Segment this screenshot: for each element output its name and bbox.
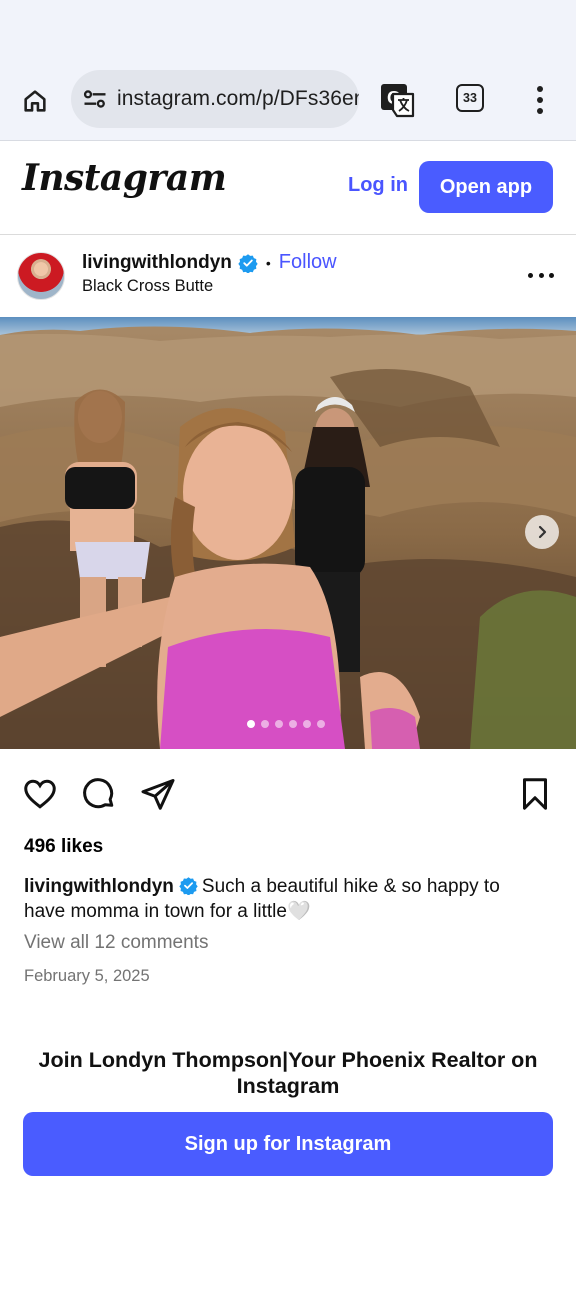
post-caption: livingwithlondyn Such a beautiful hike &… xyxy=(24,874,544,924)
bookmark-icon[interactable] xyxy=(517,776,553,812)
more-dot-icon xyxy=(538,273,544,278)
post-header: livingwithlondyn • Follow Black Cross Bu… xyxy=(0,235,576,317)
carousel-dot xyxy=(303,720,311,728)
address-bar[interactable]: instagram.com/p/DFs36er xyxy=(71,70,359,128)
signup-prompt-title: Join Londyn Thompson|Your Phoenix Realto… xyxy=(38,1048,538,1098)
carousel-dot xyxy=(317,720,325,728)
site-settings-icon[interactable] xyxy=(81,85,109,113)
browser-menu-button[interactable] xyxy=(530,82,550,118)
carousel-dot xyxy=(289,720,297,728)
view-comments-link[interactable]: View all 12 comments xyxy=(24,932,208,954)
menu-dot-icon xyxy=(537,86,543,92)
share-icon[interactable] xyxy=(140,776,176,812)
verified-badge-icon xyxy=(238,253,258,273)
home-button[interactable] xyxy=(16,82,54,120)
post-photo[interactable] xyxy=(0,317,576,749)
status-bar-area xyxy=(0,0,576,60)
username-line: livingwithlondyn • Follow xyxy=(82,251,337,274)
separator-dot: • xyxy=(265,254,271,271)
likes-count[interactable]: 496 likes xyxy=(24,836,103,858)
post-username[interactable]: livingwithlondyn xyxy=(82,252,232,274)
instagram-header: Instagram Log in Open app xyxy=(0,141,576,235)
follow-button[interactable]: Follow xyxy=(279,251,337,274)
photo-illustration xyxy=(0,317,576,749)
avatar[interactable] xyxy=(17,252,65,300)
url-text: instagram.com/p/DFs36er xyxy=(117,87,359,110)
caption-username[interactable]: livingwithlondyn xyxy=(24,876,174,897)
more-dot-icon xyxy=(528,273,533,278)
login-link[interactable]: Log in xyxy=(348,174,408,197)
carousel-next-button[interactable] xyxy=(525,515,559,549)
menu-dot-icon xyxy=(537,97,543,103)
comment-icon[interactable] xyxy=(81,776,117,812)
carousel-dot xyxy=(247,720,255,728)
browser-toolbar: instagram.com/p/DFs36er G 33 xyxy=(0,60,576,141)
carousel-dot xyxy=(261,720,269,728)
post-actions xyxy=(0,770,576,820)
open-app-button[interactable]: Open app xyxy=(419,161,553,213)
home-icon xyxy=(24,90,46,112)
post-date: February 5, 2025 xyxy=(24,967,150,985)
post-location[interactable]: Black Cross Butte xyxy=(82,277,213,296)
chevron-right-icon xyxy=(538,525,547,539)
menu-dot-icon xyxy=(537,108,543,114)
translate-icon[interactable]: G xyxy=(379,80,415,120)
more-dot-icon xyxy=(549,273,554,278)
instagram-logo[interactable]: Instagram xyxy=(22,157,227,199)
carousel-indicator xyxy=(247,720,325,728)
carousel-dot xyxy=(275,720,283,728)
like-heart-icon[interactable] xyxy=(22,776,58,812)
tab-switcher-button[interactable]: 33 xyxy=(456,84,484,112)
verified-badge-icon xyxy=(179,877,198,895)
more-options-button[interactable] xyxy=(528,273,554,281)
signup-button[interactable]: Sign up for Instagram xyxy=(23,1112,553,1176)
